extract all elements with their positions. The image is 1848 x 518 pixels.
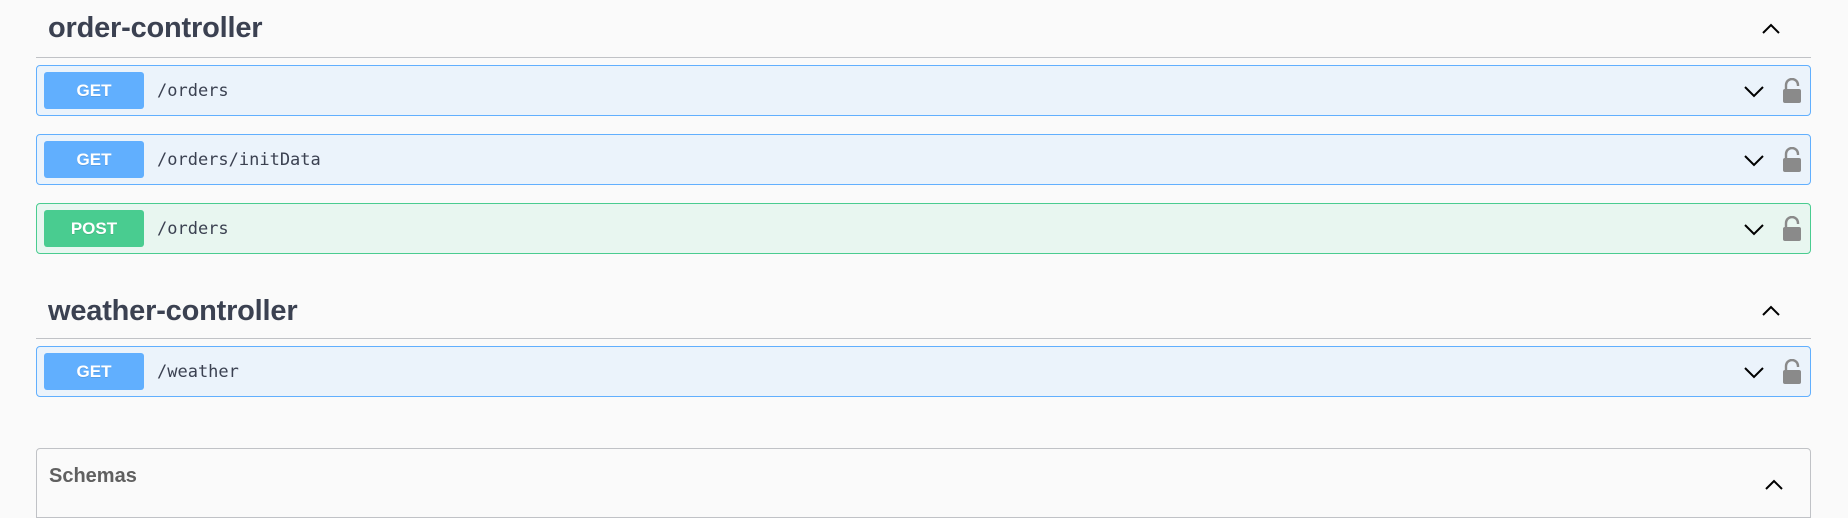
method-badge: GET (44, 72, 144, 109)
operation-path: /orders (157, 218, 229, 239)
tag-title: weather-controller (48, 294, 298, 327)
operation-path: /weather (157, 361, 239, 382)
schemas-title: Schemas (49, 465, 137, 487)
chevron-up-icon[interactable] (1759, 299, 1783, 323)
chevron-down-icon[interactable] (1741, 359, 1767, 385)
operation-get-orders-initdata[interactable]: GET /orders/initData (36, 134, 1811, 185)
api-operations-container: order-controller GET /orders GET /orders… (36, 0, 1811, 397)
tag-header-weather-controller[interactable]: weather-controller (36, 284, 1811, 339)
operation-post-orders[interactable]: POST /orders (36, 203, 1811, 254)
method-badge: POST (44, 210, 144, 247)
chevron-down-icon[interactable] (1741, 147, 1767, 173)
method-badge: GET (44, 353, 144, 390)
schemas-section[interactable]: Schemas (36, 448, 1811, 518)
chevron-down-icon[interactable] (1741, 216, 1767, 242)
chevron-down-icon[interactable] (1741, 78, 1767, 104)
lock-icon[interactable] (1781, 215, 1803, 242)
operation-path: /orders/initData (157, 149, 321, 170)
chevron-up-icon[interactable] (1759, 17, 1783, 41)
tag-title: order-controller (48, 12, 263, 44)
lock-icon[interactable] (1781, 358, 1803, 385)
operation-path: /orders (157, 80, 229, 101)
lock-icon[interactable] (1781, 77, 1803, 104)
operation-get-orders[interactable]: GET /orders (36, 65, 1811, 116)
tag-header-order-controller[interactable]: order-controller (36, 0, 1811, 58)
lock-icon[interactable] (1781, 146, 1803, 173)
method-badge: GET (44, 141, 144, 178)
chevron-up-icon[interactable] (1762, 473, 1786, 497)
operation-get-weather[interactable]: GET /weather (36, 346, 1811, 397)
